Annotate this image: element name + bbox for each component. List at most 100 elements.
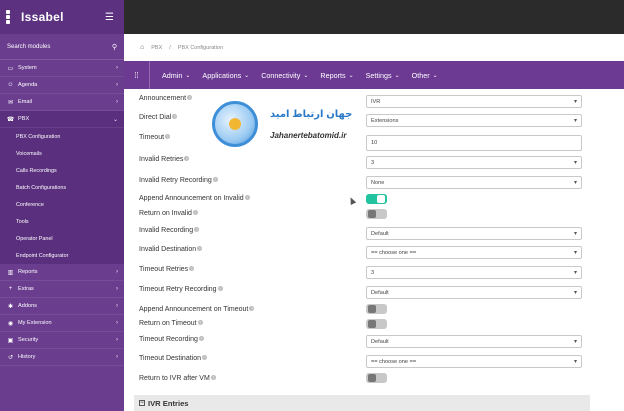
lock-icon: ▣ — [7, 337, 14, 344]
direct-dial-select[interactable]: Extensions ▾ — [366, 114, 582, 127]
input-value: 10 — [371, 140, 378, 146]
caret-down-icon: ▾ — [573, 180, 577, 186]
chevron-right-icon: › — [116, 82, 118, 88]
help-icon[interactable]: ? — [217, 286, 223, 291]
help-icon[interactable]: ? — [212, 177, 218, 182]
sidebar-subitem-pbx-configuration[interactable]: PBX Configuration — [0, 128, 124, 145]
sidebar-subitem-tools[interactable]: Tools — [0, 213, 124, 230]
collapse-icon[interactable]: − — [139, 400, 145, 406]
menu-reports[interactable]: Reports ⌄ — [320, 71, 353, 80]
ivr-entries-section[interactable]: − IVR Entries — [134, 395, 590, 411]
help-icon[interactable]: ? — [184, 156, 190, 161]
help-icon[interactable]: ? — [202, 355, 207, 360]
toggle-knob — [377, 195, 385, 203]
sidebar-subitem-voicemails[interactable]: Voicemails — [0, 145, 124, 162]
announcement-select[interactable]: IVR ▾ — [366, 95, 582, 108]
timeout-retry-recording-select[interactable]: Default ▾ — [366, 286, 582, 299]
sidebar-subitem-endpoint-configurator[interactable]: Endpoint Configurator — [0, 247, 124, 264]
chevron-down-icon: ⌄ — [303, 72, 309, 79]
grid-icon[interactable]: ⁞⁞ — [124, 61, 150, 89]
sidebar-item-agenda[interactable]: ☺ Agenda › — [0, 77, 124, 94]
watermark-logo: جهان ارتباط امید Jahanertebatomid.ir — [212, 101, 362, 161]
menu-other[interactable]: Other ⌄ — [412, 71, 438, 80]
help-icon[interactable]: ? — [189, 266, 195, 271]
sidebar-subitem-batch-configurations[interactable]: Batch Configurations — [0, 179, 124, 196]
sidebar-item-extras[interactable]: + Extras › — [0, 281, 124, 298]
caret-down-icon: ▾ — [573, 270, 577, 276]
help-icon[interactable]: ? — [187, 95, 193, 100]
label-text: Append Announcement on Invalid — [139, 195, 244, 202]
sidebar-item-addons[interactable]: ✱ Addons › — [0, 298, 124, 315]
invalid-retry-recording-select[interactable]: None ▾ — [366, 176, 582, 189]
sidebar-item-security[interactable]: ▣ Security › — [0, 332, 124, 349]
return-on-timeout-toggle[interactable] — [366, 319, 387, 329]
label-text: Direct Dial — [139, 114, 172, 121]
hamburger-menu-icon[interactable]: ☰ — [105, 12, 114, 23]
timeout-destination-select[interactable]: == choose one == ▾ — [366, 355, 582, 368]
chevron-right-icon: › — [116, 320, 118, 326]
append-announcement-timeout-toggle[interactable] — [366, 304, 387, 314]
caret-down-icon: ▾ — [573, 359, 577, 365]
invalid-destination-select[interactable]: == choose one == ▾ — [366, 246, 582, 259]
return-to-ivr-after-vm-toggle[interactable] — [366, 373, 387, 383]
help-icon[interactable]: ? — [198, 336, 204, 341]
brand-name: Issabel — [21, 10, 64, 24]
append-announcement-invalid-toggle[interactable] — [366, 194, 387, 204]
help-icon[interactable]: ? — [244, 195, 250, 200]
globe-logo-icon — [212, 101, 258, 147]
chevron-down-icon: ⌄ — [394, 72, 400, 79]
label-text: Invalid Retry Recording — [139, 177, 212, 184]
menu-admin[interactable]: Admin ⌄ — [162, 71, 190, 80]
chevron-right-icon: › — [116, 269, 118, 275]
caret-down-icon: ▾ — [573, 160, 577, 166]
ivr-form: Announcement? IVR ▾ Direct Dial? Extensio… — [124, 89, 624, 411]
caret-down-icon: ▾ — [573, 290, 577, 296]
breadcrumb-pbx[interactable]: PBX — [151, 45, 162, 51]
sidebar-item-email[interactable]: ✉ Email › — [0, 94, 124, 111]
sidebar-subitem-calls-recordings[interactable]: Calls Recordings — [0, 162, 124, 179]
select-value: == choose one == — [371, 358, 417, 365]
sidebar-item-history[interactable]: ↺ History › — [0, 349, 124, 366]
chevron-right-icon: › — [116, 99, 118, 105]
sidebar-item-system[interactable]: ▭ System › — [0, 60, 124, 77]
help-icon[interactable]: ? — [249, 306, 255, 311]
toggle-knob — [368, 374, 376, 382]
search-icon[interactable]: ⚲ — [112, 43, 117, 51]
sidebar-subitem-operator-panel[interactable]: Operator Panel — [0, 230, 124, 247]
help-icon[interactable]: ? — [197, 246, 203, 251]
help-icon[interactable]: ? — [210, 375, 216, 380]
sidebar-item-label: System — [18, 65, 37, 71]
return-on-invalid-toggle[interactable] — [366, 209, 387, 219]
help-icon[interactable]: ? — [165, 134, 171, 139]
search-modules[interactable]: Search modules ⚲ — [0, 34, 124, 60]
invalid-recording-select[interactable]: Default ▾ — [366, 227, 582, 240]
timeout-retries-select[interactable]: 3 ▾ — [366, 266, 582, 279]
select-value: IVR — [371, 98, 381, 105]
label-text: Invalid Retries — [139, 156, 184, 163]
select-value: Default — [371, 289, 389, 296]
sidebar-item-reports[interactable]: ▥ Reports › — [0, 264, 124, 281]
menu-label: Applications — [202, 70, 242, 80]
sidebar-item-label: Email — [18, 99, 32, 105]
invalid-retries-select[interactable]: 3 ▾ — [366, 156, 582, 169]
menu-connectivity[interactable]: Connectivity ⌄ — [261, 71, 308, 80]
timeout-input[interactable]: 10 — [366, 135, 582, 151]
chevron-right-icon: › — [116, 337, 118, 343]
menu-settings[interactable]: Settings ⌄ — [366, 71, 400, 80]
sidebar-item-label: My Extension — [18, 320, 52, 326]
sidebar-item-pbx[interactable]: ☎ PBX ⌄ — [0, 111, 124, 128]
home-icon[interactable]: ⌂ — [140, 44, 144, 51]
invalid-destination-label: Invalid Destination? — [139, 246, 203, 253]
help-icon[interactable]: ? — [172, 114, 178, 119]
timeout-destination-label: Timeout Destination? — [139, 355, 207, 362]
help-icon[interactable]: ? — [197, 320, 203, 325]
toggle-knob — [368, 320, 376, 328]
sidebar-subitem-conference[interactable]: Conference — [0, 196, 124, 213]
menu-applications[interactable]: Applications ⌄ — [202, 71, 249, 80]
return-on-invalid-label: Return on Invalid? — [139, 210, 198, 217]
help-icon[interactable]: ? — [192, 210, 198, 215]
help-icon[interactable]: ? — [194, 227, 200, 232]
timeout-recording-label: Timeout Recording? — [139, 336, 204, 343]
timeout-recording-select[interactable]: Default ▾ — [366, 335, 582, 348]
sidebar-item-my-extension[interactable]: ◉ My Extension › — [0, 315, 124, 332]
